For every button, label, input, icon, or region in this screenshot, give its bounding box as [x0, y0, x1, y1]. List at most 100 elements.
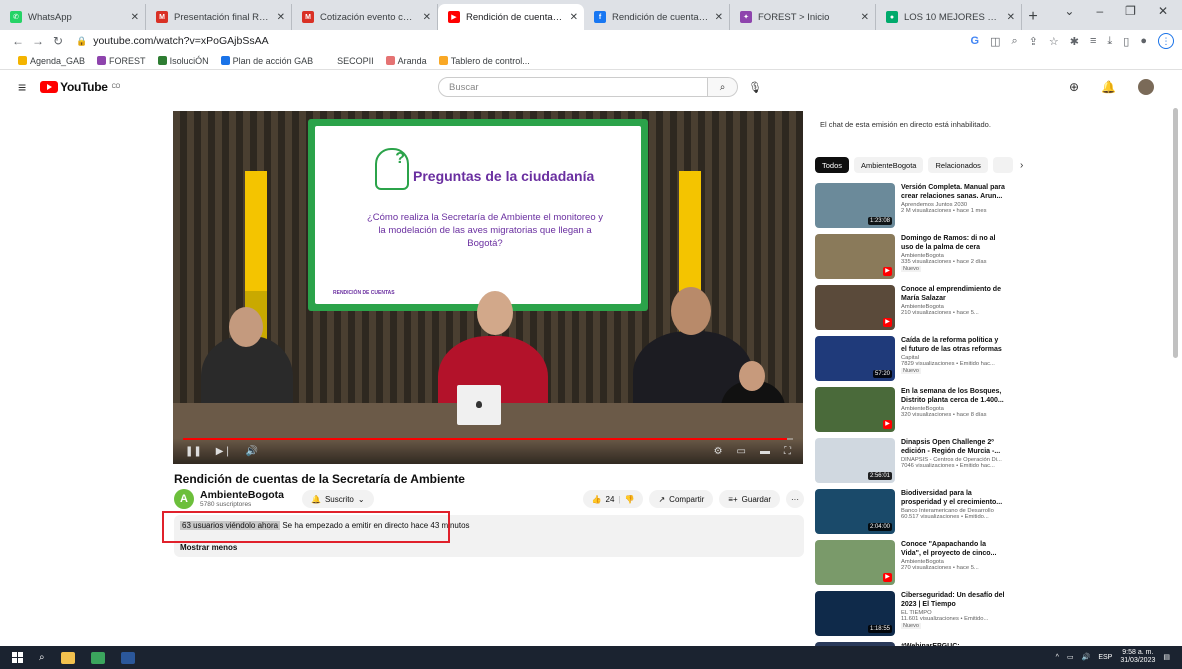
zoom-icon[interactable]: ⌕ — [1012, 35, 1018, 48]
recommendation-item[interactable]: ▶ Conoce "Apapachando la Vida", el proyec… — [815, 540, 1005, 590]
tab-close-icon[interactable]: ✕ — [861, 12, 869, 23]
notifications-tray-icon[interactable]: ▤ — [1163, 653, 1170, 661]
close-window-button[interactable]: ✕ — [1158, 4, 1168, 18]
channel-name[interactable]: AmbienteBogota — [200, 489, 284, 502]
minimize-button[interactable]: – — [1096, 4, 1103, 18]
youtube-logo[interactable]: YouTube CO — [40, 80, 120, 94]
video-thumbnail[interactable]: 1:18:55 — [815, 591, 895, 636]
bookmark-star-icon[interactable]: ☆ — [1049, 35, 1059, 48]
video-thumbnail[interactable]: ▶ — [815, 285, 895, 330]
video-thumbnail[interactable]: 57:20 — [815, 336, 895, 381]
like-button[interactable]: 👍 24 | 👎 — [582, 490, 644, 508]
recommendation-title[interactable]: Ciberseguridad: Un desafío del 2023 | El… — [901, 591, 1005, 609]
tab-close-icon[interactable]: ✕ — [423, 12, 431, 23]
more-actions-button[interactable]: ··· — [786, 490, 804, 508]
recommendation-title[interactable]: Conoce al emprendimiento de María Salaza… — [901, 285, 1005, 303]
windows-start-icon[interactable] — [12, 652, 23, 663]
clock[interactable]: 9:58 a. m. 31/03/2023 — [1120, 649, 1155, 666]
search-taskbar-icon[interactable]: ⌕ — [39, 652, 45, 663]
recommendation-title[interactable]: Versión Completa. Manual para crear rela… — [901, 183, 1005, 201]
share-icon[interactable]: ⇪ — [1029, 35, 1038, 48]
browser-tab[interactable]: ▶ Rendición de cuentas de la ✕ — [438, 4, 584, 30]
voice-search-icon[interactable]: 🎙 — [748, 81, 762, 94]
tab-close-icon[interactable]: ✕ — [277, 12, 285, 23]
bookmark-item[interactable]: Agenda_GAB — [18, 56, 85, 66]
reading-list-icon[interactable]: ≡ — [1090, 35, 1096, 47]
account-avatar[interactable] — [1138, 79, 1154, 95]
volume-tray-icon[interactable]: 🔊 — [1082, 653, 1091, 661]
google-icon[interactable]: G — [971, 35, 980, 47]
recommendation-item[interactable]: 1:18:55 Ciberseguridad: Un desafío del 20… — [815, 591, 1005, 641]
pause-icon[interactable]: ❚❚ — [185, 446, 202, 457]
video-thumbnail[interactable]: 2:56:01 — [815, 438, 895, 483]
bookmark-item[interactable]: IsoluciÓN — [157, 56, 209, 66]
guide-menu-icon[interactable]: ≡ — [18, 79, 26, 95]
chevron-right-icon[interactable]: › — [1020, 160, 1023, 171]
recommendation-title[interactable]: Domingo de Ramos: di no al uso de la pal… — [901, 234, 1005, 252]
extensions-icon[interactable]: ✱ — [1070, 35, 1079, 48]
new-tab-button[interactable]: + — [1022, 4, 1044, 30]
tab-search-icon[interactable]: ⌄ — [1064, 4, 1074, 18]
chrome-taskbar-icon[interactable] — [90, 651, 105, 664]
thumbs-down-icon[interactable]: 👎 — [625, 495, 635, 504]
miniplayer-icon[interactable]: ▭ — [737, 446, 746, 457]
recommendation-title[interactable]: Dinapsis Open Challenge 2º edición - Reg… — [901, 438, 1005, 456]
filter-chip[interactable]: AmbienteBogota — [854, 157, 924, 173]
network-icon[interactable]: ▭ — [1067, 653, 1074, 661]
next-icon[interactable]: ▶❘ — [216, 446, 232, 457]
recommendation-item[interactable]: 1:23:08 Versión Completa. Manual para cre… — [815, 183, 1005, 233]
recommendation-item[interactable]: 57:20 Caída de la reforma política y el f… — [815, 336, 1005, 386]
settings-icon[interactable]: ⚙ — [714, 446, 723, 457]
recommendation-title[interactable]: En la semana de los Bosques, Distrito pl… — [901, 387, 1005, 405]
download-icon[interactable]: ⤓ — [1107, 35, 1112, 48]
tray-chevron-icon[interactable]: ^ — [1056, 654, 1059, 661]
browser-tab[interactable]: M Presentación final Rendición de ✕ — [146, 4, 292, 30]
browser-tab[interactable]: f Rendición de cuentas Secretaria ✕ — [584, 4, 730, 30]
word-taskbar-icon[interactable] — [120, 651, 135, 664]
bookmark-item[interactable]: FOREST — [97, 56, 146, 66]
url-input[interactable]: 🔒 youtube.com/watch?v=xPoGAjbSsAA — [76, 35, 956, 47]
lens-icon[interactable]: ◫ — [990, 35, 1000, 48]
page-scrollbar[interactable] — [1173, 108, 1178, 358]
search-input[interactable]: Buscar — [438, 77, 708, 97]
profile-icon[interactable]: ● — [1140, 35, 1147, 47]
maximize-button[interactable]: ❐ — [1125, 4, 1136, 18]
bookmark-item[interactable]: Tablero de control... — [438, 56, 530, 66]
sidepanel-icon[interactable]: ▯ — [1123, 35, 1129, 48]
browser-tab[interactable]: ● LOS 10 MEJORES hoteles cerca ✕ — [876, 4, 1022, 30]
browser-tab[interactable]: ✦ FOREST > Inicio ✕ — [730, 4, 876, 30]
recommendation-title[interactable]: Conoce "Apapachando la Vida", el proyect… — [901, 540, 1005, 558]
bookmark-item[interactable]: Plan de acción GAB — [220, 56, 313, 66]
filter-chip-overflow[interactable] — [992, 157, 1013, 173]
recommendation-item[interactable]: ▶ Domingo de Ramos: di no al uso de la pa… — [815, 234, 1005, 284]
fullscreen-icon[interactable]: ⛶ — [784, 446, 791, 457]
browser-tab[interactable]: ✆ WhatsApp ✕ — [0, 4, 146, 30]
video-player[interactable]: ? Preguntas de la ciudadanía ¿Cómo reali… — [173, 111, 803, 464]
recommendation-item[interactable]: ▶ Conoce al emprendimiento de María Salaz… — [815, 285, 1005, 335]
video-thumbnail[interactable]: ▶ — [815, 234, 895, 279]
video-thumbnail[interactable]: 1:23:08 — [815, 183, 895, 228]
browser-menu-icon[interactable]: ⋮ — [1158, 33, 1174, 49]
bookmark-item[interactable]: SECOPII — [325, 56, 374, 66]
browser-tab[interactable]: M Cotización evento corporativo ✕ — [292, 4, 438, 30]
reload-button[interactable]: ↻ — [48, 34, 68, 48]
subscribed-button[interactable]: 🔔 Suscrito ⌄ — [302, 490, 374, 508]
volume-icon[interactable]: 🔊 — [246, 446, 258, 457]
save-button[interactable]: ≡+ Guardar — [719, 490, 780, 508]
recommendation-title[interactable]: Caída de la reforma política y el futuro… — [901, 336, 1005, 354]
tab-close-icon[interactable]: ✕ — [570, 12, 578, 23]
recommendation-title[interactable]: Biodiversidad para la prosperidad y el c… — [901, 489, 1005, 507]
tab-close-icon[interactable]: ✕ — [715, 12, 723, 23]
file-explorer-icon[interactable] — [60, 651, 75, 664]
forward-button[interactable]: → — [28, 34, 48, 48]
filter-chip[interactable]: Relacionados — [928, 157, 988, 173]
tab-close-icon[interactable]: ✕ — [131, 12, 139, 23]
create-icon[interactable]: ⊕ — [1069, 80, 1079, 94]
tab-close-icon[interactable]: ✕ — [1007, 12, 1015, 23]
recommendation-item[interactable]: 2:04:00 Biodiversidad para la prosperidad… — [815, 489, 1005, 539]
language-indicator[interactable]: ESP — [1098, 654, 1112, 661]
filter-chip[interactable]: Todos — [815, 157, 850, 173]
video-thumbnail[interactable]: ▶ — [815, 540, 895, 585]
recommendation-item[interactable]: 2:56:01 Dinapsis Open Challenge 2º edició… — [815, 438, 1005, 488]
share-button[interactable]: ↗ Compartir — [649, 490, 714, 508]
